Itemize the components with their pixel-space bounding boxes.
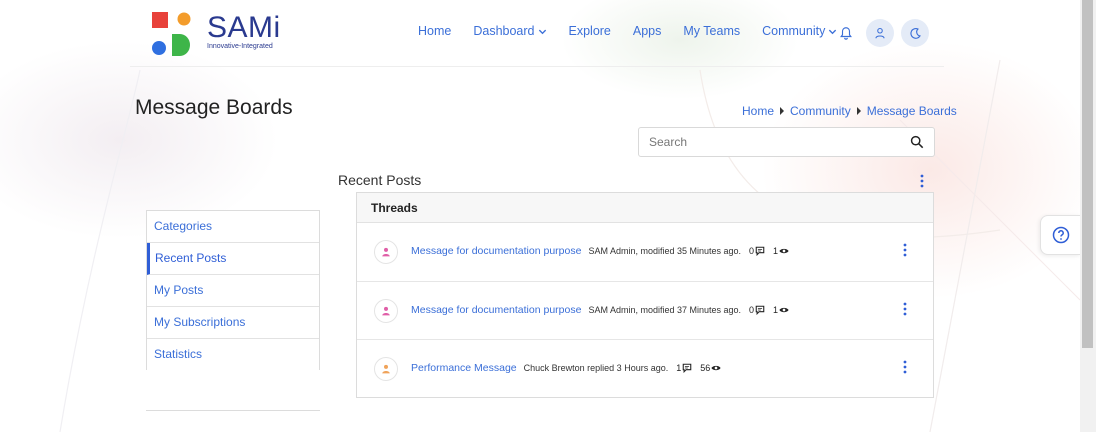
- breadcrumb: Home Community Message Boards: [742, 104, 957, 118]
- threads-panel: Threads Message for documentation purpos…: [356, 192, 934, 398]
- comment-icon: [682, 363, 692, 373]
- thread-meta: SAM Admin, modified 35 Minutes ago.: [588, 246, 742, 256]
- thread-title-link[interactable]: Message for documentation purpose: [411, 304, 581, 316]
- nav-community[interactable]: Community: [762, 24, 837, 38]
- user-icon: [382, 364, 390, 374]
- eye-icon: [779, 248, 789, 254]
- comment-icon: [755, 305, 765, 315]
- help-button[interactable]: [1040, 215, 1080, 255]
- user-menu-button[interactable]: [866, 19, 894, 47]
- thread-info: Performance Message Chuck Brewton replie…: [411, 362, 721, 374]
- view-count-value: 1: [773, 304, 779, 315]
- reply-count-value: 0: [749, 246, 755, 256]
- chevron-down-icon: [538, 29, 546, 34]
- thread-meta: Chuck Brewton replied 3 Hours ago.: [523, 363, 669, 373]
- section-title: Recent Posts: [338, 172, 422, 188]
- thread-title-link[interactable]: Performance Message: [411, 362, 517, 374]
- caret-right-icon: [856, 107, 861, 115]
- view-count-value: 1: [773, 246, 779, 256]
- nav-explore[interactable]: Explore: [569, 24, 611, 38]
- thread-meta: SAM Admin, modified 37 Minutes ago.: [588, 304, 742, 315]
- sidebar-item-my-subscriptions[interactable]: My Subscriptions: [147, 307, 319, 339]
- eye-icon: [779, 307, 789, 312]
- reply-count-value: 1: [676, 363, 682, 373]
- brand-tagline: Innovative-Integrated: [207, 43, 273, 50]
- eye-icon: [711, 365, 721, 371]
- more-options-icon[interactable]: [901, 360, 909, 374]
- moon-icon: [909, 27, 921, 39]
- user-icon: [875, 27, 885, 39]
- nav-dashboard[interactable]: Dashboard: [473, 24, 546, 38]
- thread-info: Message for documentation purpose SAM Ad…: [411, 245, 789, 257]
- sidebar: Categories Recent Posts My Posts My Subs…: [146, 210, 320, 370]
- sidebar-item-recent-posts[interactable]: Recent Posts: [147, 243, 319, 275]
- avatar: [374, 357, 398, 381]
- view-count: 56: [700, 363, 721, 373]
- breadcrumb-message-boards[interactable]: Message Boards: [867, 104, 957, 118]
- avatar: [374, 240, 398, 264]
- thread-title-link[interactable]: Message for documentation purpose: [411, 245, 581, 257]
- user-icon: [382, 247, 390, 257]
- page-title: Message Boards: [135, 96, 293, 119]
- more-options-icon[interactable]: [901, 302, 909, 316]
- search-box: [638, 127, 935, 157]
- nav-community-label: Community: [762, 24, 826, 38]
- nav-home[interactable]: Home: [418, 24, 451, 38]
- nav-my-teams[interactable]: My Teams: [683, 24, 740, 38]
- search-input[interactable]: [649, 135, 899, 149]
- table-row: Message for documentation purpose SAM Ad…: [357, 223, 933, 282]
- help-icon: [1052, 226, 1069, 244]
- notifications-button[interactable]: [832, 19, 860, 47]
- search-button[interactable]: [910, 135, 924, 154]
- view-count-value: 56: [700, 363, 711, 373]
- comment-icon: [755, 246, 765, 256]
- view-count: 1: [773, 246, 789, 256]
- sidebar-item-my-posts[interactable]: My Posts: [147, 275, 319, 307]
- reply-count: 0: [749, 305, 765, 315]
- reply-count-value: 0: [749, 304, 755, 315]
- nav-dashboard-label: Dashboard: [473, 24, 535, 38]
- breadcrumb-home[interactable]: Home: [742, 104, 774, 118]
- search-icon: [910, 135, 924, 149]
- dark-mode-toggle[interactable]: [901, 19, 929, 47]
- sidebar-divider: [146, 410, 320, 411]
- brand-name: SAMi: [207, 11, 281, 44]
- thread-info: Message for documentation purpose SAM Ad…: [411, 304, 789, 316]
- sidebar-item-categories[interactable]: Categories: [147, 211, 319, 243]
- view-count: 1: [773, 305, 789, 315]
- avatar: [374, 298, 398, 323]
- more-options-icon[interactable]: [916, 174, 928, 188]
- more-options-icon[interactable]: [901, 243, 909, 257]
- sidebar-item-statistics[interactable]: Statistics: [147, 339, 319, 370]
- reply-count: 1: [676, 363, 692, 373]
- nav-apps[interactable]: Apps: [633, 24, 662, 38]
- main-nav: Home Dashboard Explore Apps My Teams Com…: [418, 24, 837, 38]
- caret-right-icon: [780, 107, 785, 115]
- table-row: Performance Message Chuck Brewton replie…: [357, 340, 933, 399]
- bell-icon: [840, 27, 852, 40]
- threads-header: Threads: [357, 193, 933, 223]
- table-row: Message for documentation purpose SAM Ad…: [357, 282, 933, 340]
- user-icon: [382, 306, 390, 315]
- reply-count: 0: [749, 246, 765, 256]
- breadcrumb-community[interactable]: Community: [790, 104, 851, 118]
- header-divider: [130, 66, 944, 67]
- scrollbar-thumb[interactable]: [1082, 0, 1093, 348]
